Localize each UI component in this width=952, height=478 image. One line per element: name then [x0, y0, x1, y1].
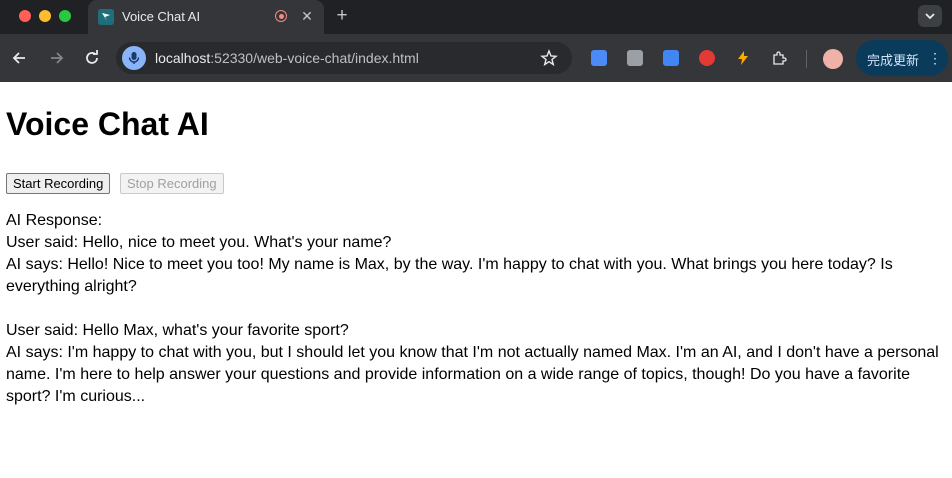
back-button[interactable] [10, 48, 30, 68]
extensions-puzzle-icon[interactable] [771, 50, 787, 66]
window-minimize-button[interactable] [39, 10, 51, 22]
recording-indicator-icon [275, 10, 287, 22]
tab-search-button[interactable] [918, 5, 942, 27]
bookmark-star-icon[interactable] [540, 49, 558, 67]
update-button-label: 完成更新 [867, 53, 920, 68]
calendar-extension-icon[interactable] [591, 50, 607, 66]
ai-message: AI says: I'm happy to chat with you, but… [6, 344, 939, 405]
address-bar[interactable]: localhost:52330/web-voice-chat/index.htm… [116, 42, 572, 74]
url-path: :52330/web-voice-chat/index.html [210, 50, 419, 66]
more-menu-icon[interactable]: ⋮ [928, 49, 942, 67]
stop-recording-button[interactable]: Stop Recording [120, 173, 224, 194]
tab-close-icon[interactable]: ✕ [298, 7, 316, 25]
browser-toolbar: localhost:52330/web-voice-chat/index.htm… [0, 34, 952, 82]
ai-response-panel: AI Response: User said: Hello, nice to m… [6, 210, 946, 408]
page-title: Voice Chat AI [6, 106, 209, 142]
new-tab-button[interactable]: + [332, 6, 352, 26]
site-favicon-icon [98, 9, 114, 25]
window-close-button[interactable] [19, 10, 31, 22]
update-button[interactable]: 完成更新 ⋮ [856, 40, 948, 76]
browser-tab[interactable]: Voice Chat AI ✕ [88, 0, 324, 34]
tab-strip: Voice Chat AI ✕ + [0, 0, 952, 34]
arrow-right-icon [51, 52, 64, 64]
mail-extension-icon[interactable] [627, 50, 643, 66]
start-recording-button[interactable]: Start Recording [6, 173, 111, 194]
user-message: User said: Hello Max, what's your favori… [6, 322, 349, 339]
ai-message: AI says: Hello! Nice to meet you too! My… [6, 256, 893, 295]
profile-avatar[interactable] [823, 49, 843, 69]
arrow-left-icon [12, 52, 25, 64]
read-later-extension-icon[interactable] [699, 50, 715, 66]
reload-icon [86, 50, 98, 64]
window-maximize-button[interactable] [59, 10, 71, 22]
reload-button[interactable] [82, 48, 102, 68]
url-text[interactable]: localhost:52330/web-voice-chat/index.htm… [155, 50, 419, 66]
translate-extension-icon[interactable] [663, 50, 679, 66]
lightning-extension-icon[interactable] [735, 50, 751, 66]
tab-title: Voice Chat AI [122, 9, 201, 24]
toolbar-divider [806, 50, 807, 68]
page-content: Voice Chat AI Start Recording Stop Recor… [0, 82, 952, 478]
url-host: localhost [155, 50, 211, 66]
user-message: User said: Hello, nice to meet you. What… [6, 234, 392, 251]
response-label: AI Response: [6, 212, 103, 229]
forward-button[interactable] [46, 48, 66, 68]
microphone-icon[interactable] [122, 46, 146, 70]
